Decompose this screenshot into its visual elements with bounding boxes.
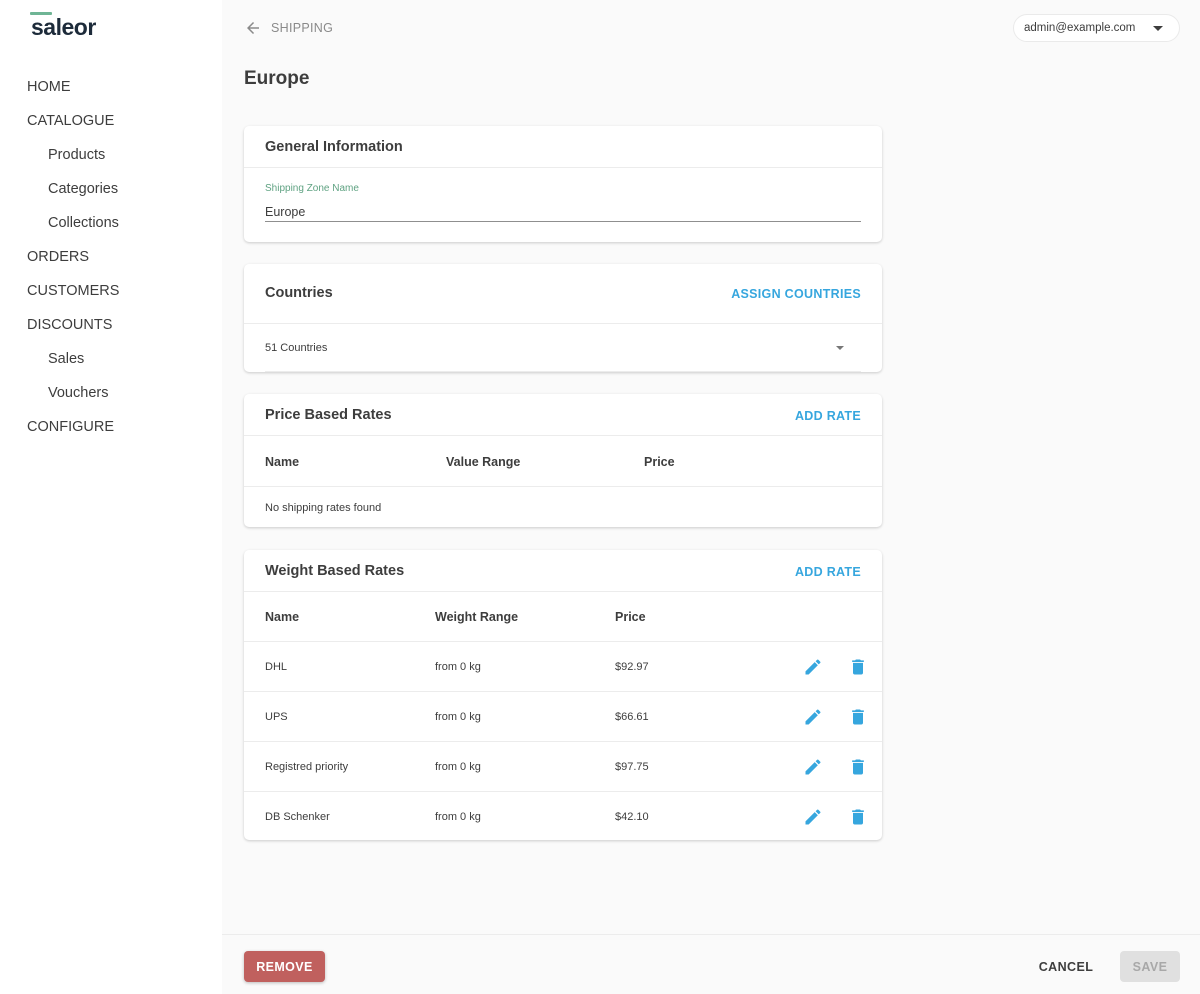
pencil-icon (805, 659, 821, 675)
column-header-name: Name (265, 455, 300, 469)
table-row[interactable]: DHL from 0 kg $92.97 (244, 641, 882, 691)
rate-weight-range: from 0 kg (435, 761, 481, 773)
rate-weight-range: from 0 kg (435, 811, 481, 823)
rate-weight-range: from 0 kg (435, 711, 481, 723)
delete-rate-button[interactable] (846, 805, 870, 829)
countries-summary: 51 Countries (265, 342, 328, 354)
caret-down-icon (1153, 26, 1163, 31)
card-header: Weight Based Rates ADD RATE (244, 550, 882, 592)
edit-rate-button[interactable] (801, 805, 825, 829)
sidebar-item-customers[interactable]: CUSTOMERS (0, 274, 222, 308)
trash-icon (852, 809, 864, 825)
rate-name: DHL (265, 661, 288, 673)
arrow-left-icon (247, 22, 259, 34)
column-header-price: Price (615, 610, 646, 624)
empty-state-text: No shipping rates found (265, 502, 382, 514)
countries-expander[interactable]: 51 Countries (265, 324, 861, 372)
save-bar: REMOVE CANCEL SAVE (222, 934, 1200, 994)
general-information-card: General Information Shipping Zone Name (244, 126, 882, 242)
user-menu[interactable]: admin@example.com (1013, 14, 1180, 42)
rate-price: $66.61 (615, 711, 649, 723)
card-header: Price Based Rates ADD RATE (244, 394, 882, 436)
sidebar-nav: HOME CATALOGUE Products Categories Colle… (0, 70, 222, 444)
delete-rate-button[interactable] (846, 755, 870, 779)
trash-icon (852, 659, 864, 675)
shipping-zone-name-label: Shipping Zone Name (265, 183, 359, 194)
pencil-icon (805, 709, 821, 725)
back-link[interactable]: SHIPPING (244, 18, 333, 38)
column-header-price: Price (644, 455, 675, 469)
edit-rate-button[interactable] (801, 705, 825, 729)
column-header-name: Name (265, 610, 300, 624)
sidebar-item-vouchers[interactable]: Vouchers (0, 376, 222, 410)
caret-down-icon (836, 346, 844, 350)
assign-countries-button[interactable]: ASSIGN COUNTRIES (731, 287, 861, 301)
remove-button[interactable]: REMOVE (244, 951, 325, 982)
countries-card: Countries ASSIGN COUNTRIES 51 Countries (244, 264, 882, 372)
delete-rate-button[interactable] (846, 655, 870, 679)
table-row[interactable]: DB Schenker from 0 kg $42.10 (244, 791, 882, 841)
sidebar-item-home[interactable]: HOME (0, 70, 222, 104)
rate-weight-range: from 0 kg (435, 661, 481, 673)
delete-rate-button[interactable] (846, 705, 870, 729)
sidebar: saleor HOME CATALOGUE Products Categorie… (0, 0, 222, 994)
card-header: General Information (244, 126, 882, 168)
rate-name: Registred priority (265, 761, 349, 773)
rate-price: $97.75 (615, 761, 649, 773)
save-button: SAVE (1120, 951, 1180, 982)
trash-icon (852, 709, 864, 725)
rate-price: $42.10 (615, 811, 649, 823)
rate-price: $92.97 (615, 661, 649, 673)
rate-name: DB Schenker (265, 811, 330, 823)
sidebar-item-configure[interactable]: CONFIGURE (0, 410, 222, 444)
pencil-icon (805, 809, 821, 825)
logo-text: saleor (31, 14, 96, 40)
edit-rate-button[interactable] (801, 655, 825, 679)
saleor-logo[interactable]: saleor (27, 10, 107, 42)
table-row[interactable]: UPS from 0 kg $66.61 (244, 691, 882, 741)
sidebar-item-categories[interactable]: Categories (0, 172, 222, 206)
add-price-rate-button[interactable]: ADD RATE (795, 409, 861, 423)
column-header-value-range: Value Range (446, 455, 521, 469)
sidebar-item-products[interactable]: Products (0, 138, 222, 172)
card-title: Weight Based Rates (265, 563, 405, 579)
back-link-label: SHIPPING (271, 21, 334, 35)
weight-based-rates-card: Weight Based Rates ADD RATE Name Weight … (244, 550, 882, 840)
trash-icon (852, 759, 864, 775)
sidebar-item-discounts[interactable]: DISCOUNTS (0, 308, 222, 342)
add-weight-rate-button[interactable]: ADD RATE (795, 565, 861, 579)
edit-rate-button[interactable] (801, 755, 825, 779)
shipping-zone-name-input[interactable] (265, 202, 861, 222)
column-header-weight-range: Weight Range (435, 610, 519, 624)
table-row[interactable]: Registred priority from 0 kg $97.75 (244, 741, 882, 791)
card-title: Countries (265, 285, 333, 301)
pencil-icon (805, 759, 821, 775)
rate-name: UPS (265, 711, 288, 723)
cancel-button[interactable]: CANCEL (1030, 951, 1102, 982)
sidebar-item-sales[interactable]: Sales (0, 342, 222, 376)
card-title: General Information (265, 139, 403, 155)
user-email: admin@example.com (1024, 22, 1136, 34)
empty-row: No shipping rates found (244, 486, 882, 527)
sidebar-item-collections[interactable]: Collections (0, 206, 222, 240)
card-title: Price Based Rates (265, 407, 392, 423)
page-title: Europe (244, 68, 310, 89)
card-header: Countries ASSIGN COUNTRIES (244, 264, 882, 324)
sidebar-item-orders[interactable]: ORDERS (0, 240, 222, 274)
price-based-rates-card: Price Based Rates ADD RATE Name Value Ra… (244, 394, 882, 527)
sidebar-item-catalogue[interactable]: CATALOGUE (0, 104, 222, 138)
